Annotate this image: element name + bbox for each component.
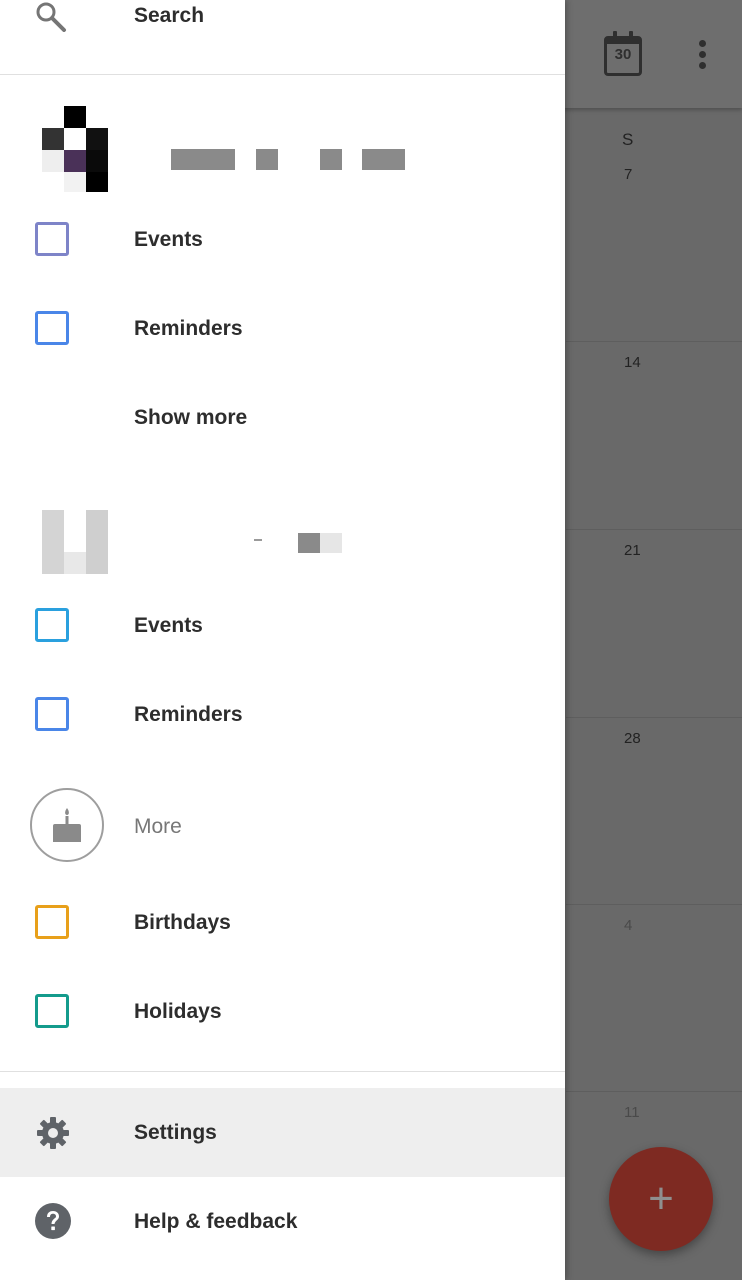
help-feedback-label: Help & feedback <box>134 1210 298 1233</box>
calendar-date[interactable]: 4 <box>624 917 632 934</box>
calendar-item-label: Reminders <box>134 703 243 726</box>
week-divider <box>566 717 742 718</box>
divider <box>0 74 565 75</box>
more-section-header: More <box>0 782 565 872</box>
checkbox-reminders[interactable] <box>35 311 69 345</box>
today-calendar-number: 30 <box>614 46 632 63</box>
search-item[interactable]: Search <box>0 0 565 34</box>
calendar-item-events[interactable]: Events <box>0 195 565 284</box>
checkbox-events[interactable] <box>35 608 69 642</box>
more-section-label: More <box>134 815 182 838</box>
calendar-item-label: Reminders <box>134 317 243 340</box>
calendar-item-label: Events <box>134 614 203 637</box>
show-more-label: Show more <box>134 406 248 429</box>
navigation-drawer: Search Events Reminders Show more Events… <box>0 0 565 1280</box>
calendar-date[interactable]: 21 <box>624 542 641 559</box>
account-avatar <box>42 106 108 192</box>
create-event-fab[interactable]: + <box>609 1147 713 1251</box>
plus-icon: + <box>648 1174 674 1223</box>
calendar-date[interactable]: 7 <box>624 166 632 183</box>
settings-label: Settings <box>134 1121 217 1144</box>
week-divider <box>566 529 742 530</box>
today-calendar-icon[interactable]: 30 <box>604 31 642 76</box>
week-divider <box>566 341 742 342</box>
calendar-item-label: Holidays <box>134 1000 222 1023</box>
week-divider <box>566 1091 742 1092</box>
checkbox-events[interactable] <box>35 222 69 256</box>
show-more-button[interactable]: Show more <box>0 373 565 462</box>
search-icon <box>36 2 66 32</box>
settings-item[interactable]: Settings <box>0 1088 565 1177</box>
birthday-cake-icon <box>30 788 104 862</box>
calendar-item-birthdays[interactable]: Birthdays <box>0 878 565 967</box>
calendar-item-holidays[interactable]: Holidays <box>0 967 565 1056</box>
help-icon <box>35 1203 71 1239</box>
account-avatar <box>42 494 108 580</box>
day-of-week-header: S <box>622 130 634 149</box>
divider <box>0 1071 565 1072</box>
week-divider <box>566 904 742 905</box>
calendar-item-label: Birthdays <box>134 911 231 934</box>
calendar-item-reminders[interactable]: Reminders <box>0 670 565 759</box>
search-label: Search <box>134 4 205 27</box>
checkbox-holidays[interactable] <box>35 994 69 1028</box>
gear-icon <box>37 1117 69 1149</box>
calendar-item-label: Events <box>134 228 203 251</box>
checkbox-birthdays[interactable] <box>35 905 69 939</box>
calendar-date[interactable]: 14 <box>624 354 641 371</box>
calendar-item-events[interactable]: Events <box>0 581 565 670</box>
calendar-date[interactable]: 11 <box>624 1104 640 1121</box>
checkbox-reminders[interactable] <box>35 697 69 731</box>
calendar-date[interactable]: 28 <box>624 730 641 747</box>
help-feedback-item[interactable]: Help & feedback <box>0 1177 565 1266</box>
calendar-item-reminders[interactable]: Reminders <box>0 284 565 373</box>
more-options-icon[interactable] <box>696 40 708 74</box>
